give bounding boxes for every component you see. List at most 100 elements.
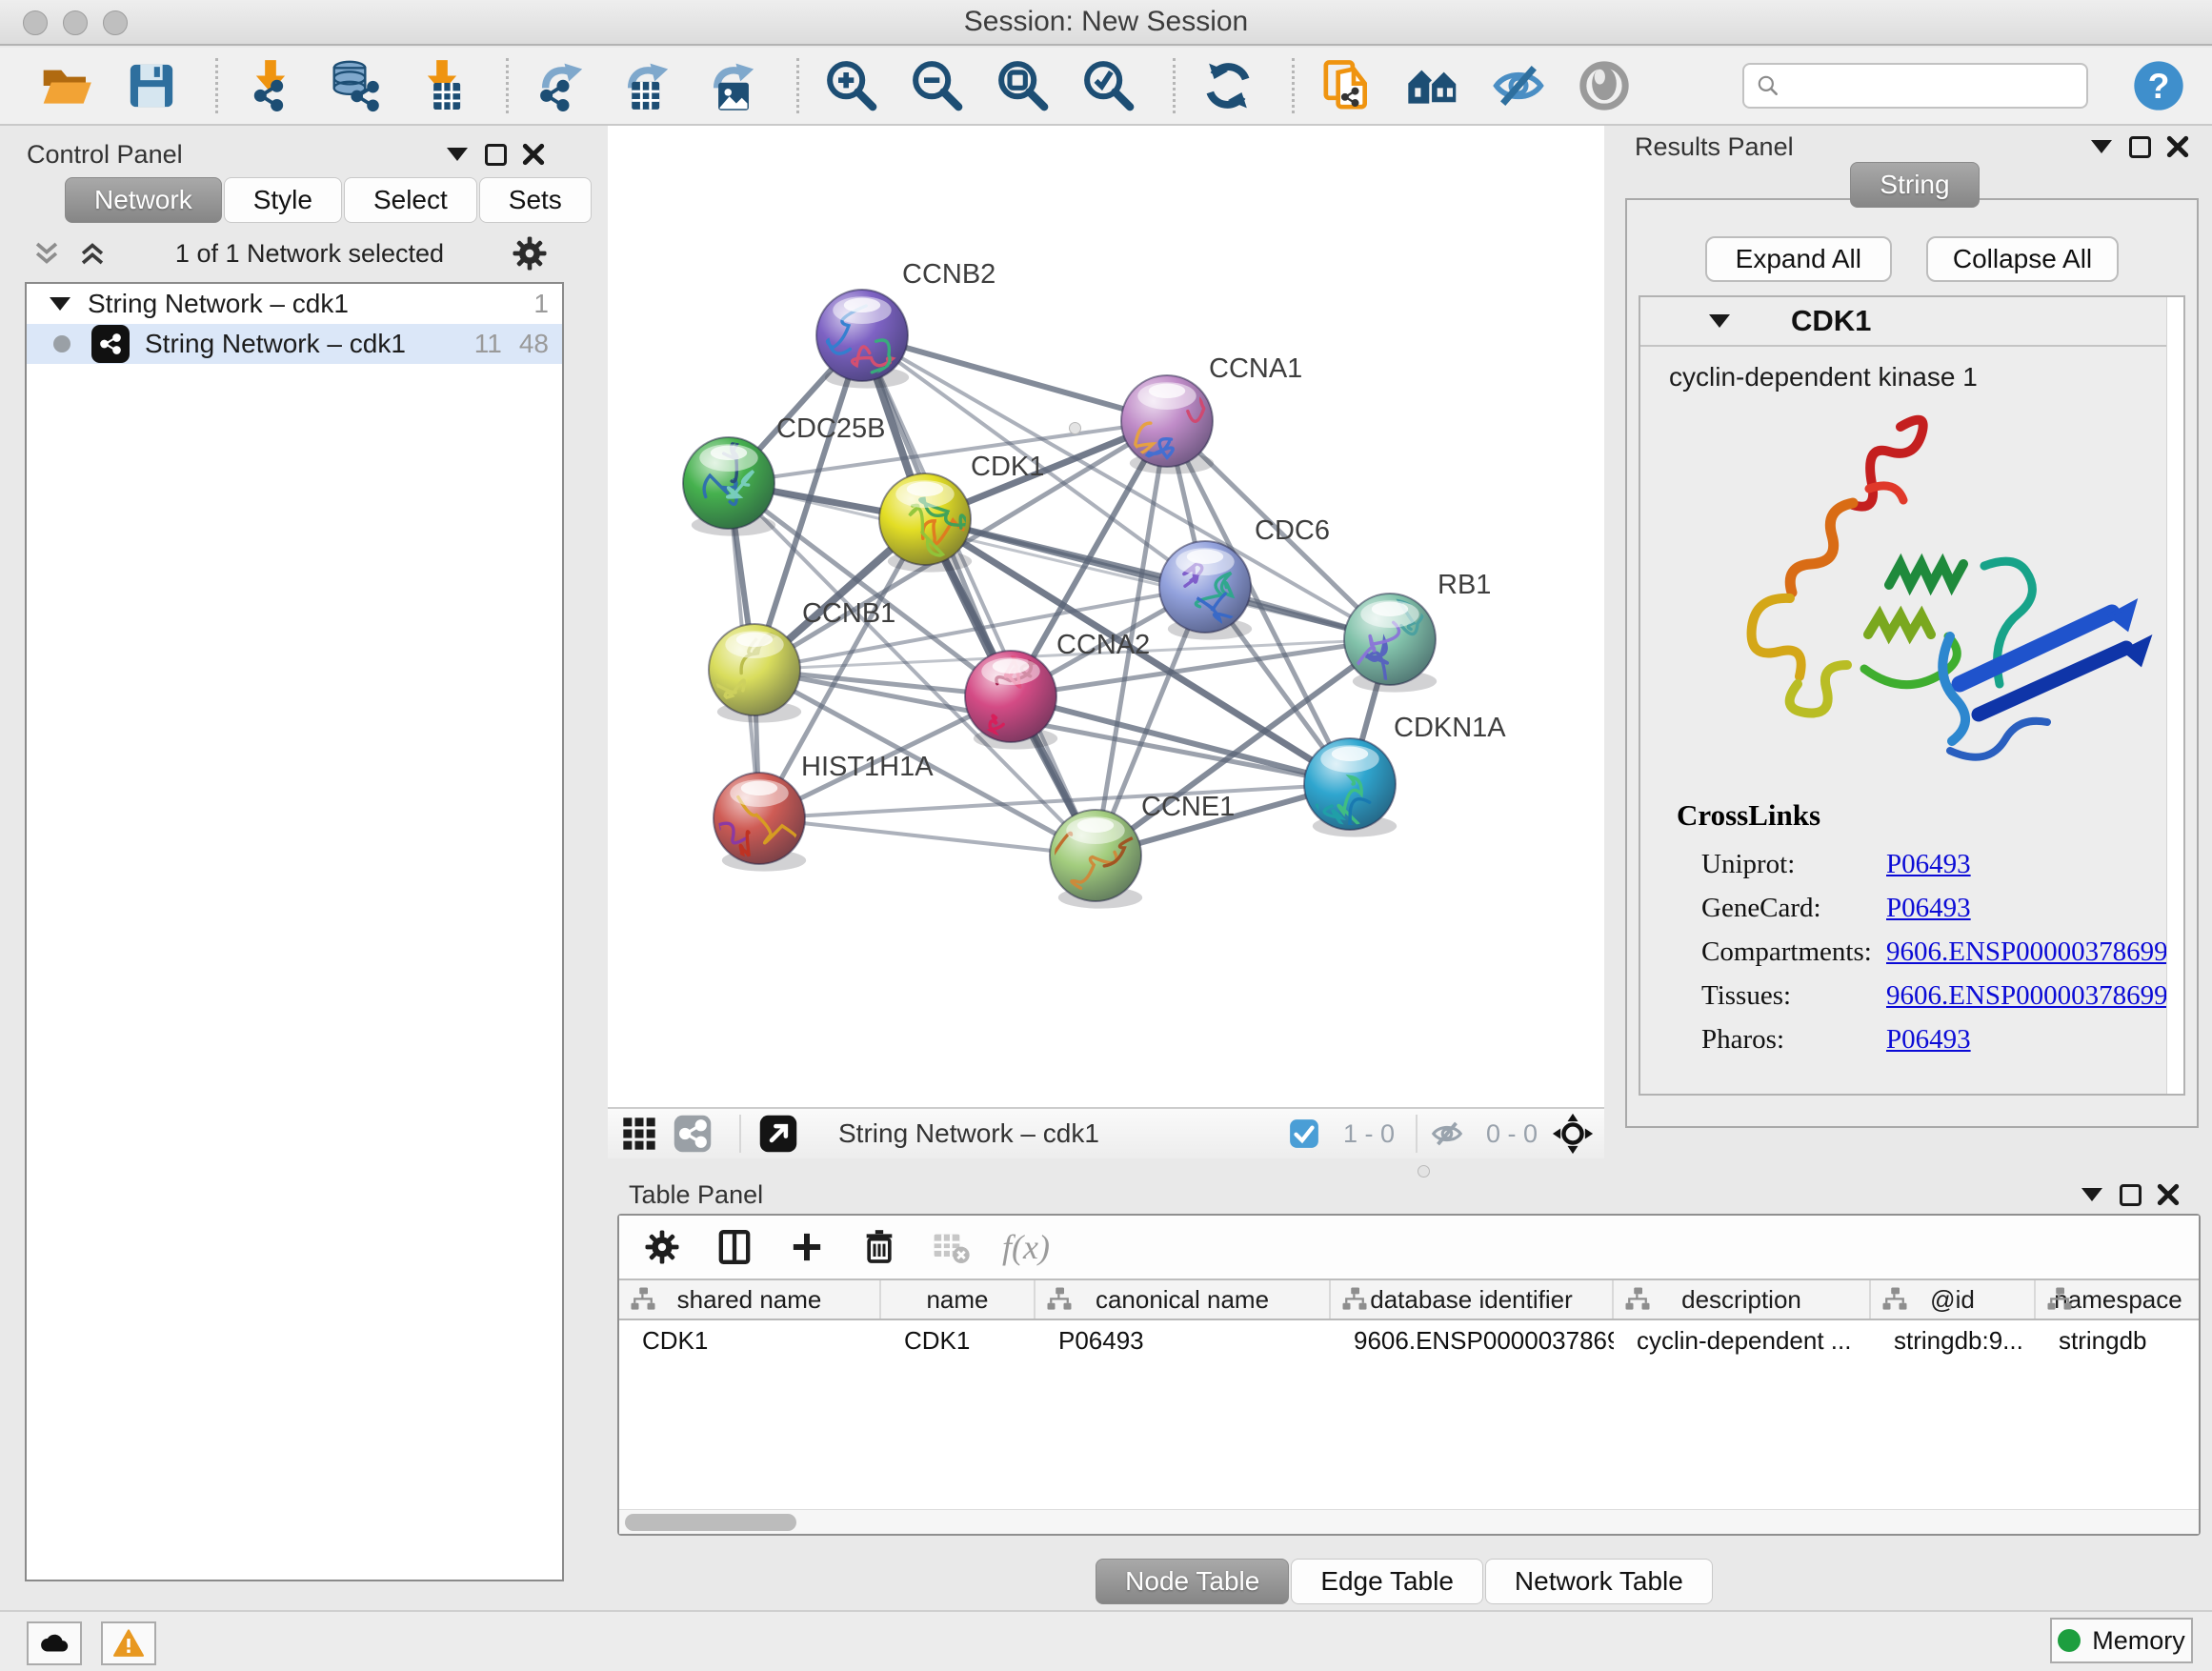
delete-table-button[interactable]: [930, 1225, 974, 1269]
table-panel-menu-button[interactable]: [2073, 1178, 2111, 1212]
network-node-HIST1H1A[interactable]: [694, 773, 806, 872]
results-panel-close-button[interactable]: [2159, 130, 2197, 164]
show-details-button[interactable]: [1575, 56, 1634, 115]
tab-string[interactable]: String: [1850, 162, 1979, 208]
table-horizontal-scrollbar[interactable]: [619, 1509, 2199, 1534]
tab-network-table[interactable]: Network Table: [1485, 1559, 1713, 1604]
results-panel-float-button[interactable]: [2121, 130, 2159, 164]
table-cell[interactable]: cyclin-dependent ...: [1614, 1320, 1871, 1360]
warning-status-button[interactable]: [101, 1621, 156, 1665]
show-home-button[interactable]: [1403, 56, 1462, 115]
column-header-@id[interactable]: @id: [1871, 1280, 2036, 1319]
open-session-button[interactable]: [36, 56, 95, 115]
control-panel-float-button[interactable]: [476, 137, 514, 171]
save-session-button[interactable]: [122, 56, 181, 115]
network-collection-row[interactable]: String Network – cdk1 1: [27, 284, 562, 324]
expand-all-icon[interactable]: [76, 237, 109, 270]
help-icon: ?: [2132, 59, 2185, 112]
search-input[interactable]: [1788, 71, 2075, 101]
tab-network[interactable]: Network: [65, 177, 222, 223]
export-table-button[interactable]: [617, 56, 676, 115]
import-network-button[interactable]: [241, 56, 300, 115]
table-cell[interactable]: 9606.ENSP00000378699: [1331, 1320, 1614, 1360]
network-node-CCNA2[interactable]: [965, 651, 1057, 750]
network-canvas[interactable]: CCNB2CCNA1CDC25BCDK1CDC6RB1CCNB1CCNA2CDK…: [608, 126, 1604, 1107]
control-panel-menu-button[interactable]: [438, 137, 476, 171]
table-panel-float-button[interactable]: [2111, 1178, 2149, 1212]
scrollbar-thumb[interactable]: [625, 1514, 796, 1531]
column-header-canonical-name[interactable]: canonical name: [1036, 1280, 1331, 1319]
network-node-CDKN1A[interactable]: [1304, 738, 1397, 839]
column-header-shared-name[interactable]: shared name: [619, 1280, 881, 1319]
hidden-eye-icon[interactable]: [1425, 1113, 1469, 1155]
tab-select[interactable]: Select: [344, 177, 477, 223]
crosslink-link[interactable]: P06493: [1886, 1024, 1971, 1055]
tab-node-table[interactable]: Node Table: [1096, 1559, 1289, 1604]
refresh-view-button[interactable]: [1198, 56, 1257, 115]
column-header-database-identifier[interactable]: database identifier: [1331, 1280, 1614, 1319]
network-overview-button[interactable]: [671, 1113, 714, 1155]
detach-view-button[interactable]: [756, 1113, 800, 1155]
table-cell[interactable]: P06493: [1036, 1320, 1331, 1360]
table-cell[interactable]: stringdb: [2036, 1320, 2199, 1360]
export-image-button[interactable]: [703, 56, 762, 115]
column-header-name[interactable]: name: [881, 1280, 1036, 1319]
crosslink-link[interactable]: 9606.ENSP00000378699: [1886, 980, 2168, 1011]
tab-sets[interactable]: Sets: [479, 177, 592, 223]
crosslink-link[interactable]: 9606.ENSP00000378699: [1886, 936, 2168, 967]
column-header-description[interactable]: description: [1614, 1280, 1871, 1319]
tree-expand-icon[interactable]: [50, 297, 70, 311]
network-node-CCNB2[interactable]: [816, 290, 909, 389]
birds-eye-view-button[interactable]: [1551, 1113, 1595, 1155]
collapse-all-button[interactable]: Collapse All: [1926, 236, 2119, 282]
collapse-section-icon[interactable]: [1709, 314, 1730, 328]
network-node-CCNB1[interactable]: [709, 624, 801, 723]
network-node-CDC25B[interactable]: [683, 437, 775, 536]
crosslink-link[interactable]: P06493: [1886, 893, 1971, 923]
minimize-window-button[interactable]: [63, 10, 88, 35]
import-table-button[interactable]: [412, 56, 472, 115]
table-cell[interactable]: CDK1: [619, 1320, 881, 1360]
network-node-CDC6[interactable]: [1159, 541, 1252, 640]
network-row[interactable]: String Network – cdk1 11 48: [27, 324, 562, 364]
table-cell[interactable]: CDK1: [881, 1320, 1036, 1360]
grid-view-button[interactable]: [617, 1113, 661, 1155]
close-window-button[interactable]: [23, 10, 48, 35]
results-scrollbar[interactable]: [2166, 297, 2183, 1094]
column-settings-button[interactable]: [640, 1225, 684, 1269]
selected-checkbox-icon[interactable]: [1282, 1113, 1326, 1155]
memory-button[interactable]: Memory: [2050, 1618, 2193, 1663]
network-node-RB1[interactable]: [1344, 594, 1437, 693]
results-panel-menu-button[interactable]: [2082, 130, 2121, 164]
zoom-out-button[interactable]: [908, 56, 967, 115]
crosslink-label: Uniprot:: [1677, 849, 1886, 880]
splitter-grip[interactable]: [1069, 422, 1081, 434]
clone-network-button[interactable]: [1317, 56, 1377, 115]
zoom-in-button[interactable]: [822, 56, 881, 115]
network-node-CDK1[interactable]: [879, 473, 972, 573]
cloud-status-button[interactable]: [27, 1621, 82, 1665]
table-panel-close-button[interactable]: [2149, 1178, 2187, 1212]
expand-all-button[interactable]: Expand All: [1705, 236, 1892, 282]
control-panel-close-button[interactable]: [514, 137, 553, 171]
column-header-namespace[interactable]: namespace: [2036, 1280, 2199, 1319]
collapse-all-icon[interactable]: [30, 237, 63, 270]
help-button[interactable]: ?: [2132, 56, 2185, 115]
table-row[interactable]: CDK1CDK1P064939606.ENSP00000378699cyclin…: [619, 1320, 2199, 1360]
splitter-grip[interactable]: [1418, 1165, 1430, 1178]
gear-icon[interactable]: [511, 234, 549, 272]
function-builder-button[interactable]: f(x): [1002, 1227, 1050, 1267]
tab-style[interactable]: Style: [224, 177, 342, 223]
zoom-selected-button[interactable]: [1079, 56, 1138, 115]
import-network-database-button[interactable]: [327, 56, 386, 115]
hide-details-button[interactable]: [1489, 56, 1548, 115]
crosslink-link[interactable]: P06493: [1886, 849, 1971, 879]
tab-edge-table[interactable]: Edge Table: [1291, 1559, 1483, 1604]
maximize-window-button[interactable]: [103, 10, 128, 35]
select-columns-button[interactable]: [713, 1225, 756, 1269]
create-column-button[interactable]: [785, 1225, 829, 1269]
zoom-fit-content-button[interactable]: [994, 56, 1053, 115]
delete-columns-button[interactable]: [857, 1225, 901, 1269]
table-cell[interactable]: stringdb:9...: [1871, 1320, 2036, 1360]
export-network-button[interactable]: [532, 56, 591, 115]
